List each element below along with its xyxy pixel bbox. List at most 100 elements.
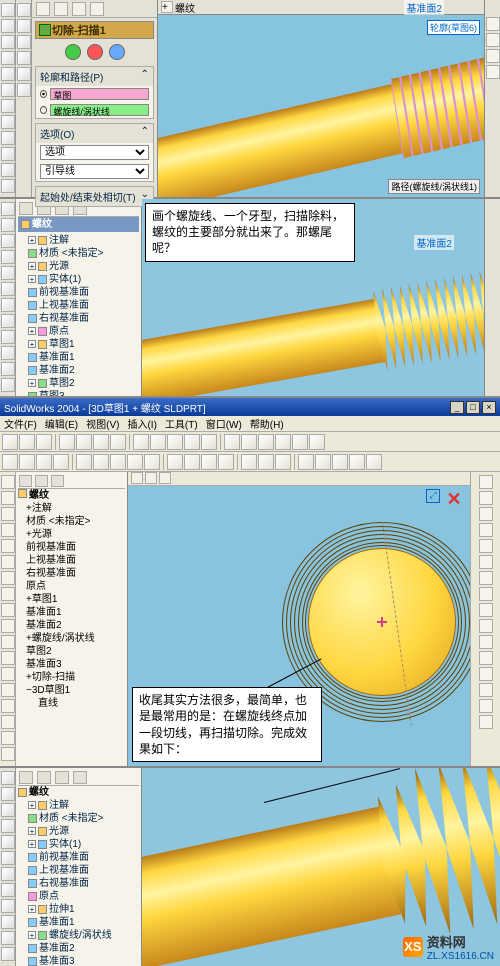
tree-item[interactable]: 原点 <box>26 580 125 593</box>
tree-item[interactable]: +光源 <box>28 260 139 273</box>
tool-icon[interactable] <box>275 434 291 450</box>
tree-item[interactable]: 前视基准面 <box>28 851 139 864</box>
expand-tree-icon[interactable]: + <box>161 1 173 13</box>
tree-item[interactable]: 上视基准面 <box>28 299 139 312</box>
tool-icon[interactable] <box>292 434 308 450</box>
tool-icon[interactable] <box>19 454 35 470</box>
tree-item[interactable]: +实体(1) <box>28 838 139 851</box>
tree-item[interactable]: −3D草图1 <box>26 684 125 697</box>
profile-selection[interactable]: 草图 <box>50 88 149 100</box>
tree-item[interactable]: +草图1 <box>28 338 139 351</box>
tool-icon[interactable] <box>479 491 493 505</box>
close-button[interactable]: × <box>482 401 496 414</box>
tree-item[interactable]: 基准面2 <box>26 619 125 632</box>
tool-icon[interactable] <box>479 603 493 617</box>
tree-item[interactable]: 材质 <未指定> <box>28 812 139 825</box>
tool-icon[interactable] <box>1 539 15 553</box>
menu-item[interactable]: 编辑(E) <box>45 416 78 431</box>
tree-item[interactable]: 基准面1 <box>28 351 139 364</box>
tool-icon[interactable] <box>1 35 15 49</box>
tool-icon[interactable] <box>1 346 15 360</box>
menu-item[interactable]: 工具(T) <box>165 416 198 431</box>
tool-icon[interactable] <box>184 454 200 470</box>
tool-icon[interactable] <box>1 787 15 801</box>
tool-icon[interactable] <box>1 250 15 264</box>
pm-tab[interactable] <box>90 2 104 16</box>
tool-icon[interactable] <box>1 67 15 81</box>
tool-icon[interactable] <box>1 314 15 328</box>
feature-tree[interactable]: 螺纹 +注解 材质 <未指定> +光源 前视基准面 上视基准面 右视基准面 原点… <box>16 472 128 766</box>
tool-icon[interactable] <box>1 571 15 585</box>
tool-icon[interactable] <box>150 434 166 450</box>
tool-icon[interactable] <box>1 330 15 344</box>
path-selection[interactable]: 螺旋线/涡状线 <box>50 104 149 116</box>
tool-icon[interactable] <box>1 899 15 913</box>
tool-icon[interactable] <box>1 715 15 729</box>
tool-icon[interactable] <box>479 683 493 697</box>
tool-icon[interactable] <box>76 454 92 470</box>
tree-item[interactable]: +注解 <box>28 799 139 812</box>
tool-icon[interactable] <box>133 434 149 450</box>
tree-tab[interactable] <box>51 475 64 487</box>
tool-icon[interactable] <box>19 434 35 450</box>
graphics-view-1[interactable]: + 螺纹 基准面2 轮廓(草图6) 路径(螺旋线/涡状线1) <box>158 0 484 197</box>
tool-icon[interactable] <box>479 635 493 649</box>
tool-icon[interactable] <box>479 571 493 585</box>
tree-item[interactable]: 原点 <box>28 890 139 903</box>
tree-item[interactable]: +原点 <box>28 325 139 338</box>
tool-icon[interactable] <box>1 3 15 17</box>
tool-icon[interactable] <box>201 434 217 450</box>
tool-icon[interactable] <box>258 434 274 450</box>
help-button[interactable] <box>109 44 125 60</box>
tree-item[interactable]: +拉伸1 <box>28 903 139 916</box>
tool-icon[interactable] <box>1 731 15 745</box>
minimize-button[interactable]: _ <box>450 401 464 414</box>
tool-icon[interactable] <box>1 147 15 161</box>
tree-item[interactable]: 基准面2 <box>28 942 139 955</box>
tool-icon[interactable] <box>201 454 217 470</box>
tool-icon[interactable] <box>184 434 200 450</box>
tree-item[interactable]: +切除-扫描 <box>26 671 125 684</box>
tool-icon[interactable] <box>2 454 18 470</box>
tree-item[interactable]: 右视基准面 <box>26 567 125 580</box>
tool-icon[interactable] <box>1 851 15 865</box>
menu-item[interactable]: 窗口(W) <box>206 416 242 431</box>
tool-icon[interactable] <box>332 454 348 470</box>
tool-icon[interactable] <box>298 454 314 470</box>
tree-tab[interactable] <box>19 475 32 487</box>
tree-tab[interactable] <box>37 771 51 784</box>
tree-item[interactable]: 基准面3 <box>28 955 139 966</box>
tool-icon[interactable] <box>1 282 15 296</box>
tool-icon[interactable] <box>1 266 15 280</box>
tool-icon[interactable] <box>59 434 75 450</box>
tool-icon[interactable] <box>241 434 257 450</box>
tool-icon[interactable] <box>479 715 493 729</box>
tool-icon[interactable] <box>1 747 15 761</box>
tool-icon[interactable] <box>1 131 15 145</box>
tool-icon[interactable] <box>349 454 365 470</box>
tool-icon[interactable] <box>17 19 31 33</box>
tree-tab[interactable] <box>35 475 48 487</box>
radio-path[interactable] <box>40 106 47 114</box>
tool-icon[interactable] <box>1 867 15 881</box>
pm-tab[interactable] <box>54 2 68 16</box>
tool-icon[interactable] <box>53 454 69 470</box>
close-sketch-icon[interactable]: ✕ <box>444 489 464 509</box>
tool-icon[interactable] <box>1 931 15 945</box>
tree-tab[interactable] <box>73 771 87 784</box>
tool-icon[interactable] <box>1 819 15 833</box>
menu-item[interactable]: 帮助(H) <box>250 416 284 431</box>
tool-icon[interactable] <box>17 51 31 65</box>
ok-button[interactable] <box>65 44 81 60</box>
tree-item[interactable]: 直线 <box>26 697 125 710</box>
tool-icon[interactable] <box>2 434 18 450</box>
tool-icon[interactable] <box>110 434 126 450</box>
tool-icon[interactable] <box>1 475 15 489</box>
tree-item[interactable]: +螺旋线/涡状线 <box>28 929 139 942</box>
tool-icon[interactable] <box>1 883 15 897</box>
tool-icon[interactable] <box>36 454 52 470</box>
tree-item[interactable]: 上视基准面 <box>26 554 125 567</box>
feature-tree[interactable]: 螺纹 +注解 材质 <未指定> +光源 +实体(1) 前视基准面 上视基准面 右… <box>16 199 142 396</box>
tool-icon[interactable] <box>241 454 257 470</box>
tool-icon[interactable] <box>486 33 500 47</box>
